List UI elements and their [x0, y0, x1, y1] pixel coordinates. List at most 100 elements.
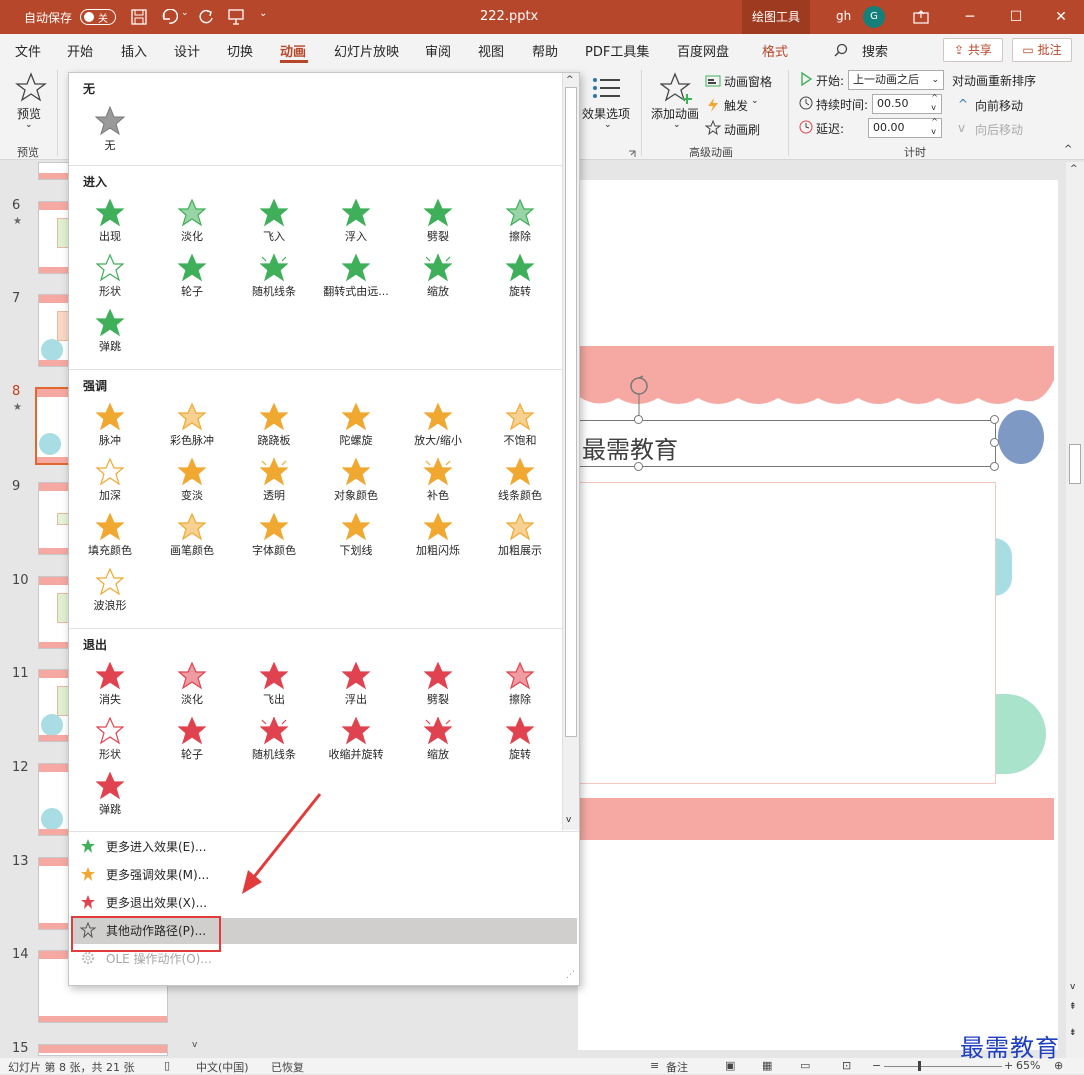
entrance-effect[interactable]: 旋转 — [482, 254, 558, 299]
close-icon[interactable]: ✕ — [1038, 0, 1084, 34]
decorative-circle-teal[interactable] — [994, 538, 1012, 596]
exit-effect[interactable]: 形状 — [72, 717, 148, 762]
emphasis-effect[interactable]: 加粗展示 — [482, 513, 558, 558]
spelling-icon[interactable]: ▯ — [164, 1059, 170, 1072]
customize-qat-icon[interactable]: ⌄ — [259, 8, 267, 19]
add-animation-dropdown-icon[interactable]: ⌄ — [673, 120, 681, 130]
effect-options-dropdown-icon[interactable]: ⌄ — [604, 120, 612, 130]
zoom-slider[interactable] — [884, 1066, 1002, 1067]
redo-icon[interactable] — [198, 9, 214, 25]
exit-effect[interactable]: 浮出 — [318, 662, 394, 707]
entrance-effect[interactable]: 轮子 — [154, 254, 230, 299]
notes-button[interactable]: 备注 — [666, 1059, 688, 1075]
entrance-effect[interactable]: 翻转式由远... — [318, 254, 394, 299]
tab-slideshow[interactable]: 幻灯片放映 — [334, 41, 399, 60]
avatar[interactable]: G — [863, 6, 885, 28]
next-slide-icon[interactable]: ⇟ — [1069, 1028, 1077, 1038]
trigger-dropdown-icon[interactable]: ⌄ — [751, 96, 759, 106]
trigger-icon[interactable] — [706, 97, 720, 113]
scroll-up-icon[interactable]: ^ — [566, 75, 574, 85]
scroll-thumb[interactable] — [1069, 444, 1081, 484]
comments-button[interactable]: ▭ 批注 — [1012, 38, 1072, 62]
exit-effect[interactable]: 轮子 — [154, 717, 230, 762]
exit-effect[interactable]: 缩放 — [400, 717, 476, 762]
emphasis-effect[interactable]: 跷跷板 — [236, 403, 312, 448]
effect-none[interactable]: 无 — [72, 106, 148, 153]
emphasis-effect[interactable]: 波浪形 — [72, 568, 148, 613]
maximize-icon[interactable]: ☐ — [993, 0, 1039, 34]
search-icon[interactable] — [834, 43, 848, 57]
tab-format[interactable]: 格式 — [762, 41, 788, 60]
slideshow-icon[interactable]: ⊡ — [842, 1059, 851, 1072]
exit-effect[interactable]: 旋转 — [482, 717, 558, 762]
gallery-scrollbar[interactable]: ^ v — [562, 73, 579, 830]
slide-counter[interactable]: 幻灯片 第 8 张，共 21 张 — [8, 1059, 134, 1075]
user-name[interactable]: gh — [836, 9, 851, 23]
trigger-button[interactable]: 触发 — [724, 97, 748, 114]
emphasis-effect[interactable]: 陀螺旋 — [318, 403, 394, 448]
exit-effect[interactable]: 收缩并旋转 — [318, 717, 394, 762]
ribbon-display-icon[interactable] — [913, 10, 929, 24]
zoom-out-icon[interactable]: − — [872, 1059, 881, 1072]
animation-pane-button[interactable]: 动画窗格 — [724, 73, 772, 90]
tab-insert[interactable]: 插入 — [121, 41, 147, 60]
editor-scrollbar[interactable]: ^ v ⇞ ⇟ — [1066, 162, 1084, 1058]
resize-handle[interactable] — [990, 438, 999, 447]
entrance-effect[interactable]: 浮入 — [318, 199, 394, 244]
dialog-launcher-icon[interactable] — [628, 150, 636, 158]
emphasis-effect[interactable]: 画笔颜色 — [154, 513, 230, 558]
tab-home[interactable]: 开始 — [67, 41, 93, 60]
entrance-effect[interactable]: 出现 — [72, 199, 148, 244]
entrance-effect[interactable]: 淡化 — [154, 199, 230, 244]
present-icon[interactable] — [228, 9, 244, 25]
delay-input[interactable]: 00.00 ^ v — [868, 117, 942, 138]
autosave-toggle[interactable]: 关 — [80, 9, 116, 25]
spinner-icon[interactable]: ^ v — [931, 117, 938, 137]
spinner-icon[interactable]: ^ v — [931, 93, 938, 113]
tab-transitions[interactable]: 切换 — [227, 41, 253, 60]
exit-effect[interactable]: 随机线条 — [236, 717, 312, 762]
rotate-handle-icon[interactable] — [627, 374, 651, 420]
emphasis-effect[interactable]: 加粗闪烁 — [400, 513, 476, 558]
normal-view-icon[interactable]: ▣ — [725, 1059, 735, 1072]
emphasis-effect[interactable]: 对象颜色 — [318, 458, 394, 503]
entrance-effect[interactable]: 劈裂 — [400, 199, 476, 244]
scroll-down-icon[interactable]: v — [1070, 982, 1075, 992]
entrance-effect[interactable]: 弹跳 — [72, 309, 148, 354]
slide-sorter-icon[interactable]: ▦ — [762, 1059, 772, 1072]
emphasis-effect[interactable]: 线条颜色 — [482, 458, 558, 503]
move-earlier-button[interactable]: 向前移动 — [975, 97, 1023, 114]
tab-baidu-netdisk[interactable]: 百度网盘 — [677, 41, 729, 60]
emphasis-effect[interactable]: 字体颜色 — [236, 513, 312, 558]
collapse-ribbon-icon[interactable]: ^ — [1064, 144, 1072, 155]
emphasis-effect[interactable]: 补色 — [400, 458, 476, 503]
emphasis-effect[interactable]: 透明 — [236, 458, 312, 503]
minimize-icon[interactable]: ─ — [947, 0, 993, 34]
emphasis-effect[interactable]: 下划线 — [318, 513, 394, 558]
exit-effect[interactable]: 劈裂 — [400, 662, 476, 707]
resize-handle[interactable] — [634, 415, 643, 424]
tab-review[interactable]: 审阅 — [425, 41, 451, 60]
resize-handle[interactable] — [990, 415, 999, 424]
save-icon[interactable] — [131, 9, 147, 25]
duration-input[interactable]: 00.50 ^ v — [872, 93, 942, 114]
scroll-down-icon[interactable]: v — [566, 815, 571, 825]
exit-effect[interactable]: 淡化 — [154, 662, 230, 707]
tab-view[interactable]: 视图 — [478, 41, 504, 60]
emphasis-effect[interactable]: 彩色脉冲 — [154, 403, 230, 448]
animation-pane-icon[interactable] — [705, 74, 721, 88]
emphasis-effect[interactable]: 不饱和 — [482, 403, 558, 448]
undo-icon[interactable] — [160, 9, 178, 25]
emphasis-effect[interactable]: 放大/缩小 — [400, 403, 476, 448]
share-button[interactable]: ⇪ 共享 — [943, 38, 1003, 62]
tab-design[interactable]: 设计 — [174, 41, 200, 60]
move-later-button[interactable]: 向后移动 — [975, 121, 1023, 138]
effect-options-icon[interactable] — [592, 74, 622, 102]
exit-effect[interactable]: 消失 — [72, 662, 148, 707]
start-select[interactable]: 上一动画之后 ⌄ — [848, 70, 944, 90]
preview-dropdown-icon[interactable]: ⌄ — [25, 120, 33, 130]
exit-effect[interactable]: 弹跳 — [72, 772, 148, 817]
entrance-effect[interactable]: 飞入 — [236, 199, 312, 244]
resize-handle[interactable] — [990, 462, 999, 471]
tab-pdf-tools[interactable]: PDF工具集 — [585, 41, 649, 60]
